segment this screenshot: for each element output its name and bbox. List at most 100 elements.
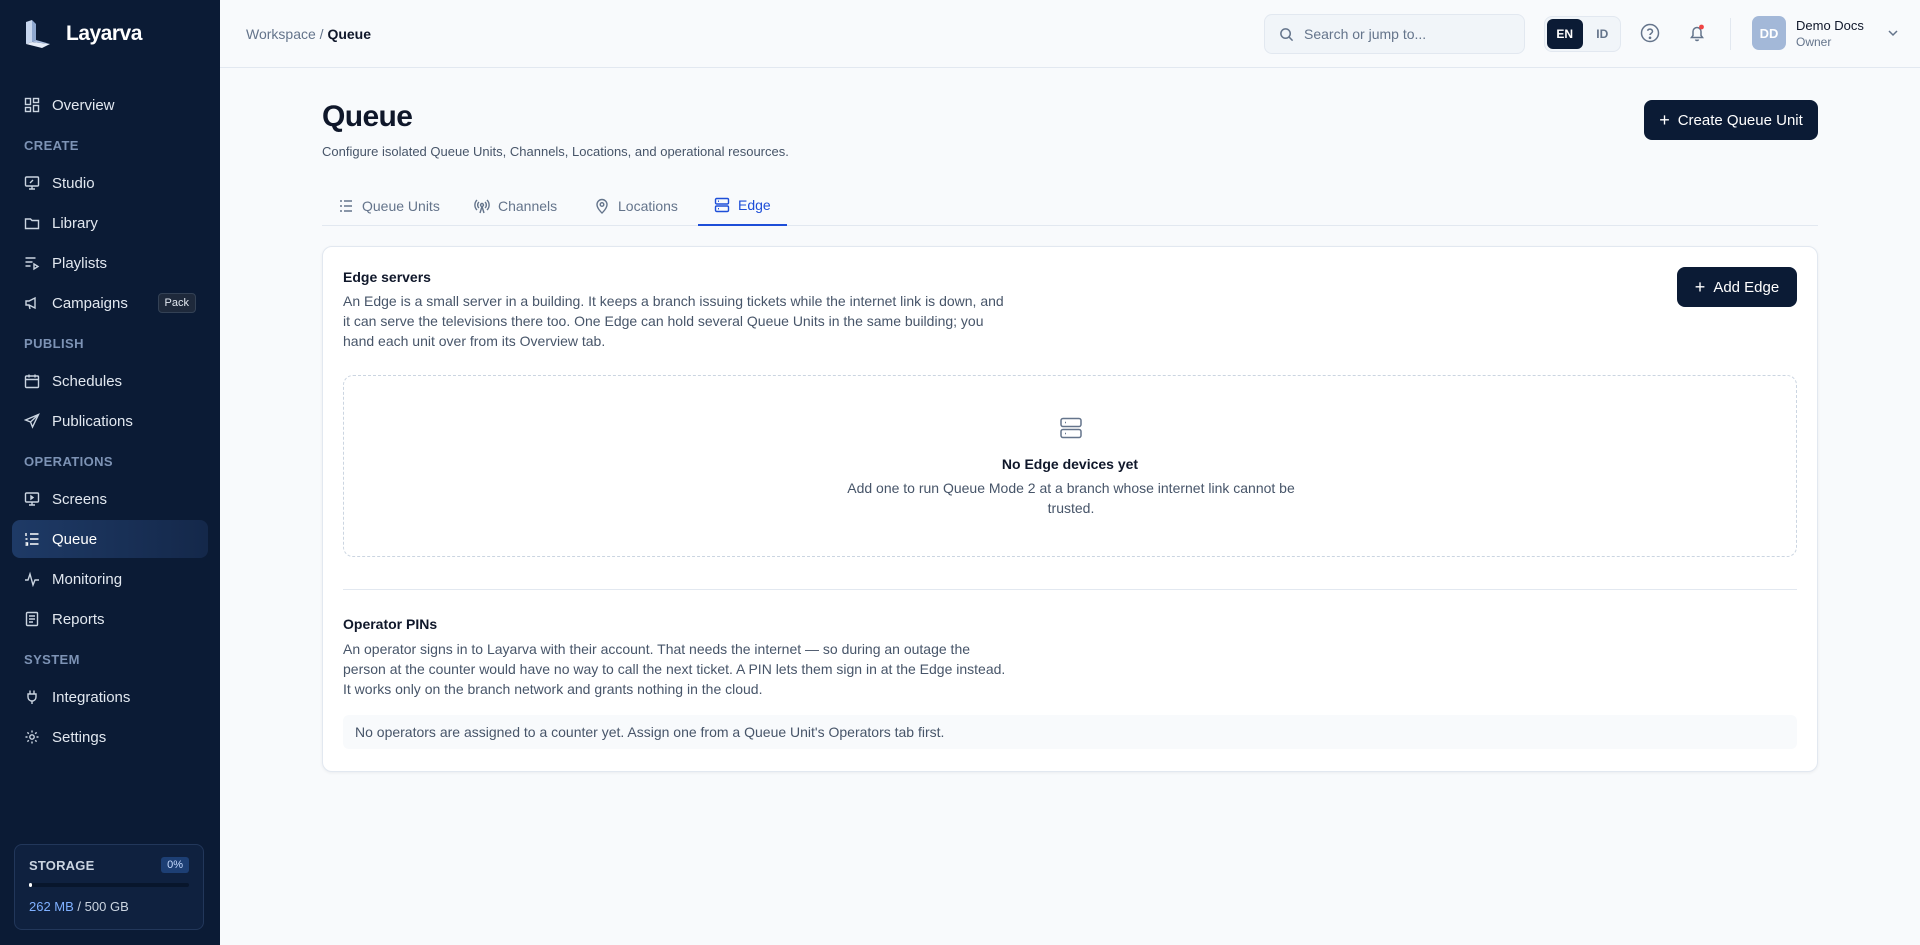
storage-progress-fill (29, 883, 32, 887)
plug-icon (27, 690, 37, 704)
monitor-edit-icon (24, 176, 40, 190)
storage-total: 500 GB (84, 899, 129, 914)
empty-state-text: Add one to run Queue Mode 2 at a branch … (847, 480, 1295, 516)
page-subtitle: Configure isolated Queue Units, Channels… (322, 144, 789, 159)
breadcrumb-current: Queue (327, 26, 372, 42)
edge-card: Edge servers An Edge is a small server i… (322, 246, 1818, 772)
storage-progress-bar (29, 883, 189, 887)
search-icon (1280, 27, 1294, 41)
sidebar-item-label: Settings (52, 728, 107, 746)
sidebar-item-label: Overview (52, 96, 115, 114)
avatar: DD (1752, 16, 1786, 50)
chevron-down-icon (1888, 30, 1898, 37)
search-box[interactable] (1264, 14, 1525, 54)
sidebar-item-studio[interactable]: Studio (12, 164, 208, 202)
storage-widget: STORAGE 0% 262 MB / 500 GB (14, 844, 204, 930)
create-queue-unit-label: Create Queue Unit (1677, 111, 1803, 129)
sidebar-item-settings[interactable]: Settings (12, 718, 208, 756)
sidebar-item-monitoring[interactable]: Monitoring (12, 560, 208, 598)
search-input[interactable] (1304, 26, 1504, 42)
list-play-icon (25, 257, 40, 271)
language-en-button[interactable]: EN (1547, 19, 1583, 49)
storage-separator: / (73, 899, 85, 914)
create-queue-unit-button[interactable]: + Create Queue Unit (1644, 100, 1818, 140)
sidebar-item-playlists[interactable]: Playlists (12, 244, 208, 282)
sidebar-item-label: Monitoring (52, 570, 123, 588)
sidebar-item-label: Studio (52, 174, 95, 192)
sidebar-item-queue[interactable]: Queue (12, 520, 208, 558)
tab-locations[interactable]: Locations (578, 186, 694, 226)
operator-pins-description: An operator signs in to Layarva with the… (343, 641, 1006, 697)
sidebar-item-schedules[interactable]: Schedules (12, 362, 208, 400)
sidebar-item-label: Library (52, 214, 98, 232)
gear-icon (25, 730, 39, 744)
sidebar-item-screens[interactable]: Screens (12, 480, 208, 518)
tab-queue-units[interactable]: Queue Units (322, 186, 456, 226)
layarva-logo-icon (26, 20, 50, 48)
language-switcher: EN ID (1544, 16, 1621, 52)
calendar-icon (24, 374, 40, 389)
sidebar-item-publications[interactable]: Publications (12, 402, 208, 440)
sidebar-item-label: Publications (52, 412, 133, 430)
tab-label: Edge (738, 197, 771, 213)
plus-icon: + (1694, 277, 1706, 297)
breadcrumb-separator: / (315, 26, 328, 42)
list-ordered-icon (25, 533, 39, 546)
sidebar-item-label: Queue (52, 530, 98, 548)
language-id-button[interactable]: ID (1585, 17, 1621, 51)
sidebar-item-reports[interactable]: Reports (12, 600, 208, 638)
help-icon[interactable] (1639, 22, 1661, 44)
queue-tabs: Queue Units Channels Locations Edge (322, 186, 1818, 226)
sidebar-section-system: SYSTEM (24, 652, 80, 667)
pack-badge: Pack (157, 293, 196, 313)
edge-servers-title: Edge servers (343, 269, 431, 285)
user-name: Demo Docs (1796, 17, 1864, 33)
notification-bell-icon[interactable] (1686, 22, 1708, 44)
sidebar-section-publish: PUBLISH (24, 336, 84, 351)
report-icon (25, 611, 39, 627)
tab-label: Locations (618, 198, 678, 214)
sidebar-item-label: Integrations (52, 688, 131, 706)
operator-pins-note: No operators are assigned to a counter y… (343, 715, 1797, 749)
add-edge-label: Add Edge (1713, 278, 1780, 296)
storage-percent-badge: 0% (161, 857, 189, 873)
broadcast-icon (474, 199, 490, 214)
server-icon (714, 197, 730, 213)
sidebar-item-label: Schedules (52, 372, 123, 390)
tab-channels[interactable]: Channels (458, 186, 573, 226)
edge-servers-description: An Edge is a small server in a building.… (343, 293, 1004, 349)
user-menu[interactable]: DD Demo Docs Owner (1752, 16, 1900, 50)
user-role: Owner (1796, 34, 1832, 49)
page-title: Queue (322, 100, 413, 133)
sidebar-item-overview[interactable]: Overview (12, 86, 208, 124)
screen-icon (24, 492, 40, 506)
sidebar-item-label: Screens (52, 490, 108, 508)
sidebar-item-label: Playlists (52, 254, 108, 272)
sidebar-nav: Overview CREATE Studio Library Playlists… (12, 86, 208, 758)
tab-edge[interactable]: Edge (698, 186, 787, 226)
list-icon (340, 200, 352, 212)
folder-icon (24, 218, 40, 230)
server-icon (1060, 417, 1082, 439)
header-divider (1730, 18, 1731, 50)
empty-state-title: No Edge devices yet (1001, 456, 1139, 472)
edge-empty-state: No Edge devices yet Add one to run Queue… (343, 375, 1797, 557)
tab-label: Channels (498, 198, 558, 214)
sidebar-section-operations: OPERATIONS (24, 454, 113, 469)
storage-usage-text: 262 MB / 500 GB (29, 899, 189, 914)
operator-pins-title: Operator PINs (343, 616, 438, 632)
section-divider (343, 589, 1797, 590)
sidebar-item-library[interactable]: Library (12, 204, 208, 242)
storage-used: 262 MB (29, 899, 74, 914)
sidebar-item-campaigns[interactable]: Campaigns Pack (12, 284, 208, 322)
breadcrumb-parent[interactable]: Workspace (246, 26, 316, 42)
sidebar-item-integrations[interactable]: Integrations (12, 678, 208, 716)
tab-label: Queue Units (362, 198, 440, 214)
activity-icon (25, 571, 39, 587)
breadcrumb: Workspace / Queue (246, 26, 371, 42)
brand[interactable]: Layarva (22, 18, 142, 50)
storage-label: STORAGE (29, 857, 95, 873)
add-edge-button[interactable]: + Add Edge (1677, 267, 1797, 307)
top-header: Workspace / Queue EN ID DD Demo Docs Own… (220, 0, 1920, 68)
send-icon (24, 413, 40, 429)
